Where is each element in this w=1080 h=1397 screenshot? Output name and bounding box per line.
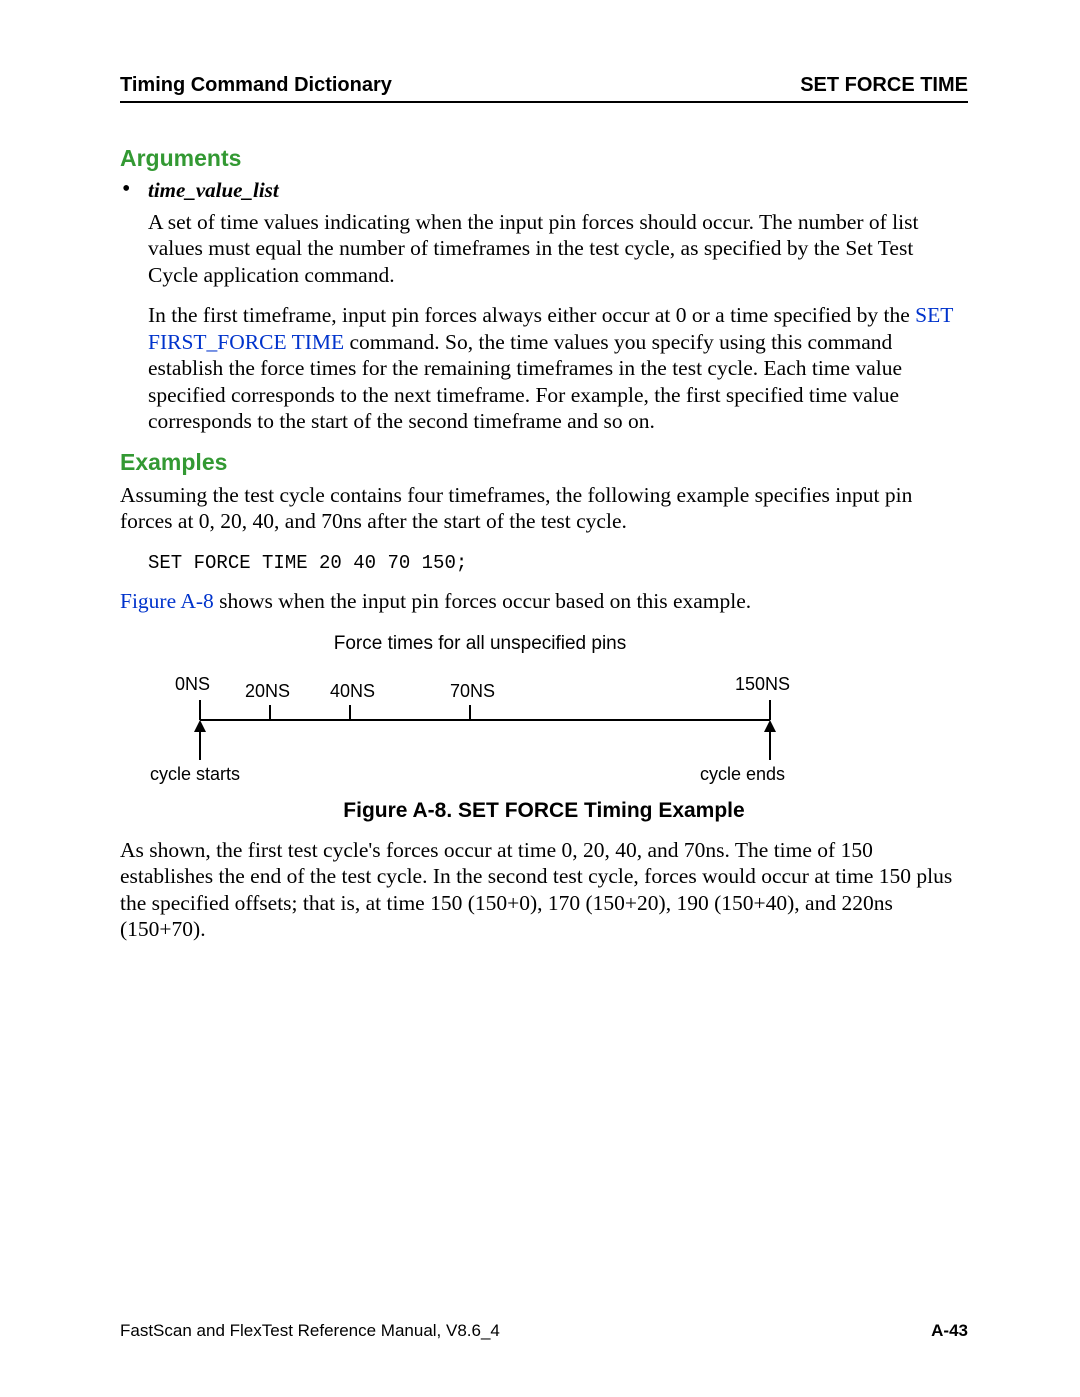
diagram-title: Force times for all unspecified pins bbox=[140, 633, 820, 655]
tick-0ns: 0NS bbox=[175, 674, 210, 694]
argument-bullet: time_value_list bbox=[120, 178, 968, 203]
examples-heading: Examples bbox=[120, 449, 968, 476]
tick-20ns: 20NS bbox=[245, 681, 290, 701]
cycle-ends-label: cycle ends bbox=[700, 764, 785, 784]
page-container: Timing Command Dictionary SET FORCE TIME… bbox=[0, 0, 1080, 1397]
after-figure-paragraph: As shown, the first test cycle's forces … bbox=[120, 837, 968, 943]
figure-a8-link[interactable]: Figure A-8 bbox=[120, 589, 214, 613]
argument-description-2: In the first timeframe, input pin forces… bbox=[148, 302, 968, 434]
page-footer: FastScan and FlexTest Reference Manual, … bbox=[120, 1321, 968, 1341]
arg-para2-pre: In the first timeframe, input pin forces… bbox=[148, 303, 915, 327]
tick-150ns: 150NS bbox=[735, 674, 790, 694]
header-left: Timing Command Dictionary bbox=[120, 74, 392, 97]
footer-left: FastScan and FlexTest Reference Manual, … bbox=[120, 1321, 500, 1341]
tick-40ns: 40NS bbox=[330, 681, 375, 701]
timing-svg: 0NS 20NS 40NS 70NS 150NS cycle starts cy… bbox=[140, 665, 820, 785]
timing-diagram: Force times for all unspecified pins 0NS… bbox=[140, 633, 820, 785]
tick-70ns: 70NS bbox=[450, 681, 495, 701]
argument-description-1: A set of time values indicating when the… bbox=[148, 209, 968, 288]
examples-intro: Assuming the test cycle contains four ti… bbox=[120, 482, 968, 535]
code-example: SET FORCE TIME 20 40 70 150; bbox=[148, 552, 968, 574]
argument-name: time_value_list bbox=[148, 178, 279, 202]
page-number: A-43 bbox=[931, 1321, 968, 1341]
arguments-heading: Arguments bbox=[120, 145, 968, 172]
figure-reference: Figure A-8 shows when the input pin forc… bbox=[120, 588, 968, 614]
figure-caption: Figure A-8. SET FORCE Timing Example bbox=[120, 799, 968, 823]
running-header: Timing Command Dictionary SET FORCE TIME bbox=[120, 74, 968, 103]
header-right: SET FORCE TIME bbox=[800, 74, 968, 97]
cycle-starts-label: cycle starts bbox=[150, 764, 240, 784]
figure-ref-post: shows when the input pin forces occur ba… bbox=[214, 589, 751, 613]
